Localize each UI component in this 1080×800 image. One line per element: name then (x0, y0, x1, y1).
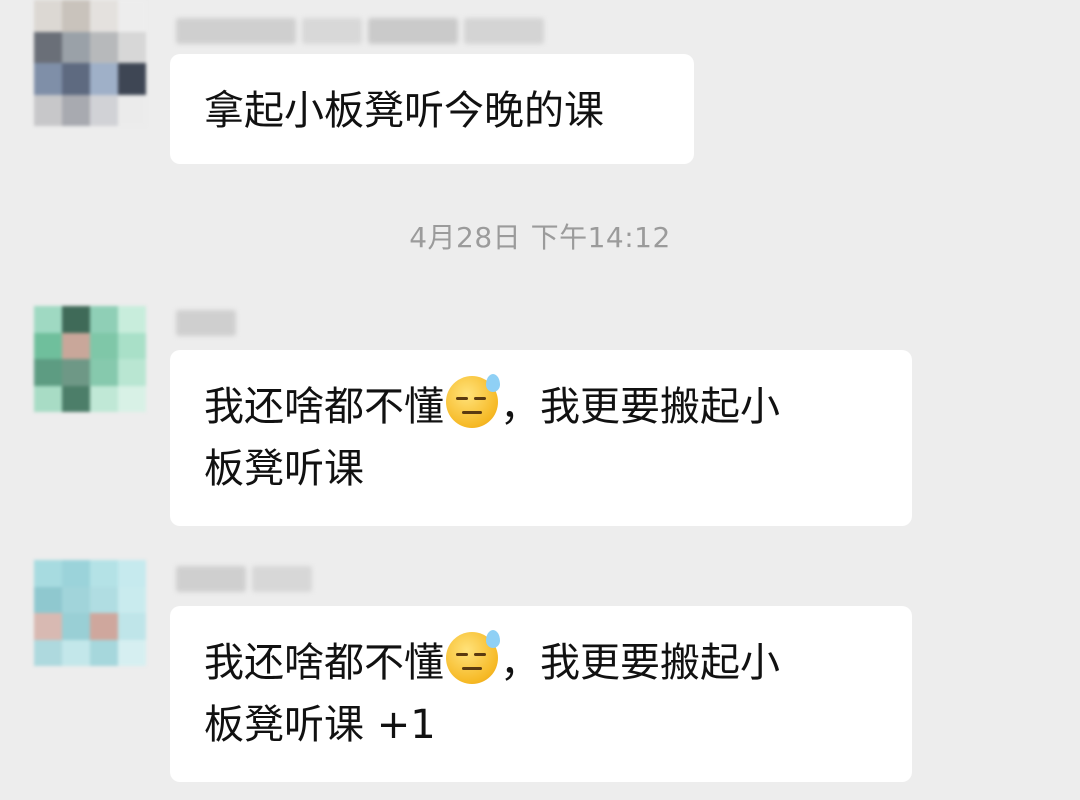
avatar[interactable] (34, 560, 146, 666)
message-text: ，我更要搬起小 (500, 384, 780, 430)
sender-name-blurred (176, 310, 236, 336)
avatar[interactable] (34, 0, 146, 126)
message-text: 拿起小板凳听今晚的课 (204, 88, 604, 134)
message-text: 我还啥都不懂 (204, 640, 444, 686)
downcast-face-with-sweat-icon (446, 374, 500, 428)
message-text: ，我更要搬起小 (500, 640, 780, 686)
downcast-face-with-sweat-icon (446, 630, 500, 684)
sender-name-blurred (176, 18, 544, 44)
message-bubble[interactable]: 我还啥都不懂 ，我更要搬起小 板凳听课 (170, 350, 912, 526)
avatar[interactable] (34, 306, 146, 412)
message-text: 板凳听课 (204, 446, 364, 492)
timestamp: 4月28日 下午14:12 (409, 221, 671, 254)
message-text: 板凳听课 +1 (204, 702, 436, 748)
message-text: 我还啥都不懂 (204, 384, 444, 430)
sender-name-blurred (176, 566, 312, 592)
message-bubble[interactable]: 拿起小板凳听今晚的课 (170, 54, 694, 164)
message-bubble[interactable]: 我还啥都不懂 ，我更要搬起小 板凳听课 +1 (170, 606, 912, 782)
